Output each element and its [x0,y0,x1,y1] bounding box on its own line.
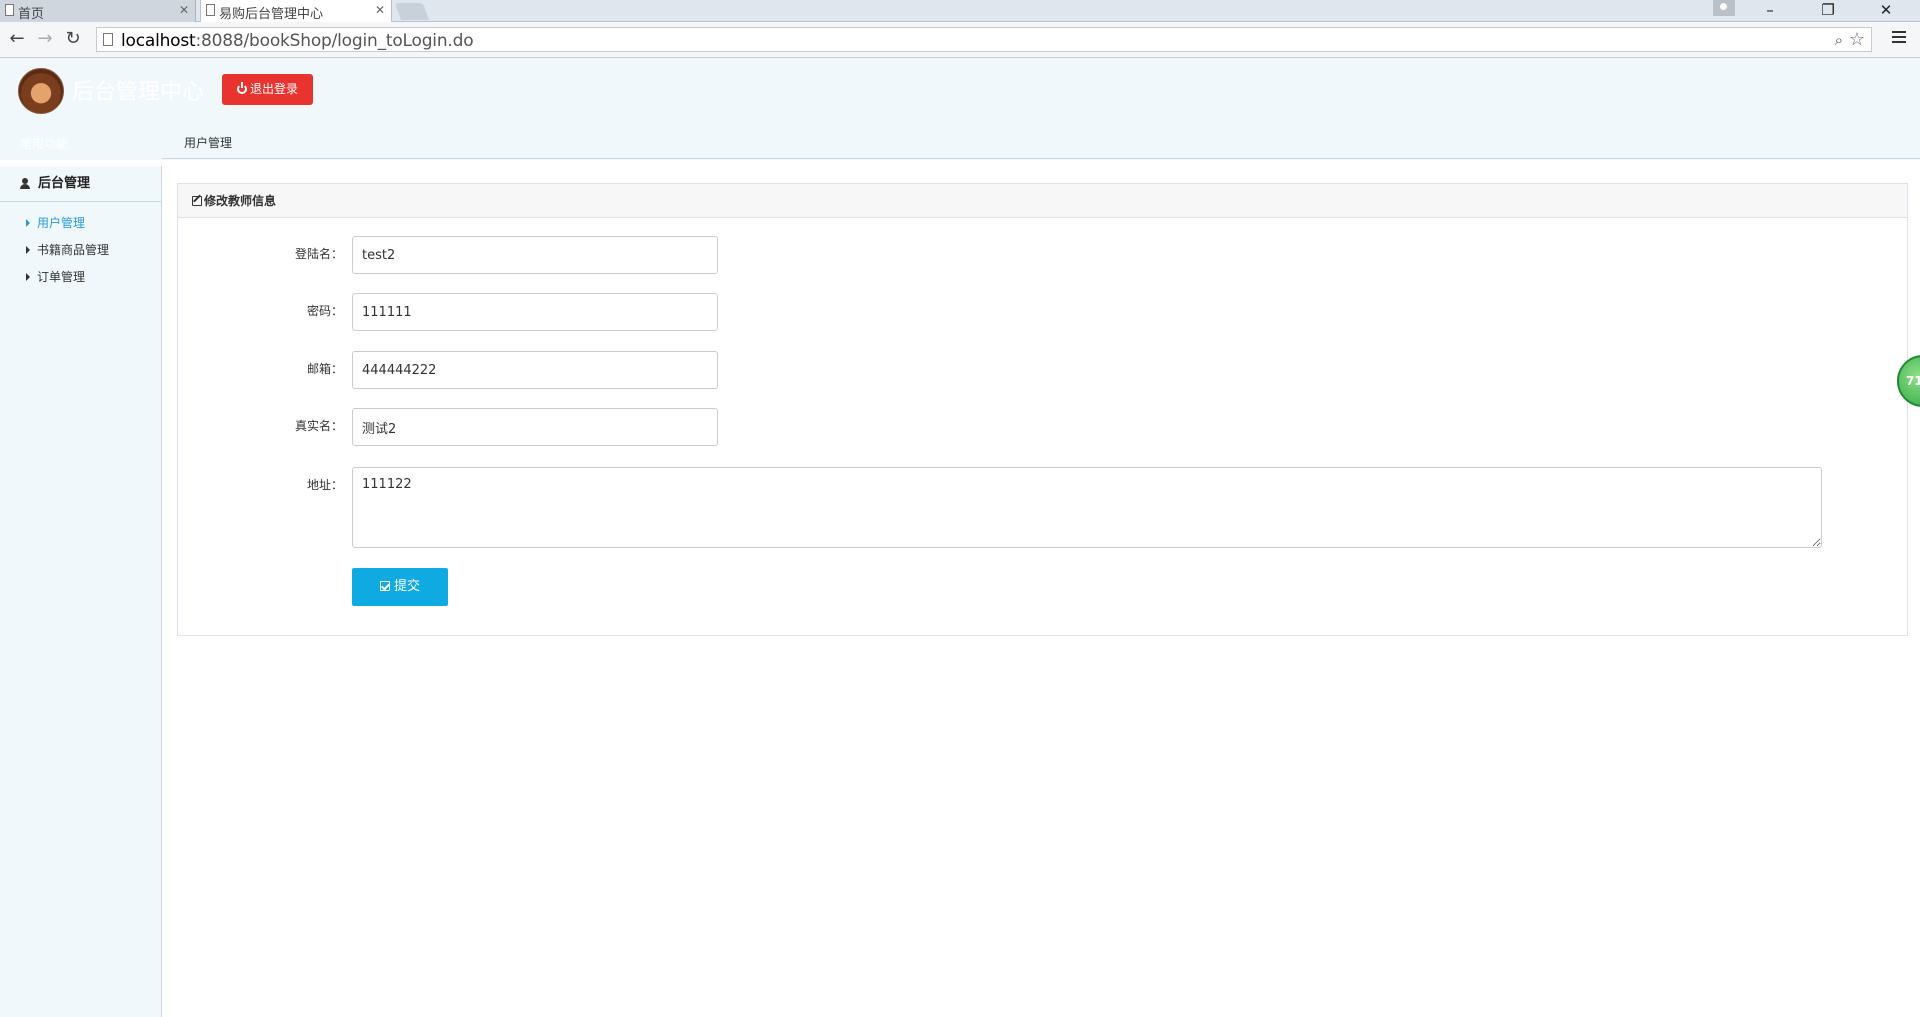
profile-icon[interactable] [1713,0,1735,16]
caret-right-icon [26,246,30,254]
quick-menu-label: 常用功能 [20,137,69,151]
close-tab-icon[interactable]: ✕ [179,3,189,17]
url-path: :8088/bookShop/login_toLogin.do [195,31,474,51]
caret-right-icon [26,273,30,281]
brand-title: 后台管理中心 [72,80,205,105]
sidebar-section-label: 后台管理 [38,176,91,191]
new-tab-button[interactable] [394,3,430,20]
sidebar-item-books[interactable]: 书籍商品管理 [26,241,109,258]
email-label: 邮箱： [306,362,343,376]
sidebar-item-users[interactable]: 用户管理 [26,214,85,231]
address-textarea[interactable]: 111122 [352,467,1822,548]
sidebar-item-label: 订单管理 [37,270,86,284]
close-window-button[interactable]: ✕ [1864,0,1908,22]
check-square-icon [379,581,390,591]
forward-arrow-icon[interactable]: → [34,29,56,49]
logout-label: 退出登录 [249,82,298,96]
minimize-button[interactable]: – [1748,0,1792,22]
user-icon [20,178,30,189]
sidebar-item-orders[interactable]: 订单管理 [26,268,85,285]
submit-label: 提交 [393,579,420,594]
sidebar-item-label: 用户管理 [37,216,86,230]
edit-icon [192,196,202,206]
caret-right-icon [26,219,30,227]
email-input[interactable] [352,351,718,389]
tab-title: 首页 [18,7,45,22]
url-text: localhost:8088/bookShop/login_toLogin.do [121,31,474,51]
back-arrow-icon[interactable]: ← [6,29,28,49]
power-icon [236,82,247,94]
address-label: 地址： [306,478,343,492]
browser-tab-bar: 首页 ✕ 易购后台管理中心 ✕ – ❐ ✕ [0,0,1920,22]
password-input[interactable] [352,293,718,331]
panel-header: 修改教师信息 [178,184,1907,218]
sidebar-item-label: 书籍商品管理 [37,243,110,257]
submit-button[interactable]: 提交 [352,568,448,606]
zoom-icon[interactable]: ⌕ [1835,31,1843,49]
page-icon [206,4,215,16]
browser-tab-admin[interactable]: 易购后台管理中心 ✕ [200,0,392,22]
tab-title: 易购后台管理中心 [219,7,324,22]
password-label: 密码： [306,304,343,318]
sidebar-section-title[interactable]: 后台管理 [0,166,161,202]
divider [162,158,1920,159]
edit-panel: 修改教师信息 登陆名： 密码： 邮箱： 真实名： 地址： 111122 提交 [177,183,1908,636]
address-bar[interactable]: localhost:8088/bookShop/login_toLogin.do… [96,27,1872,52]
browser-toolbar: ← → ↻ localhost:8088/bookShop/login_toLo… [0,22,1920,58]
panel-title: 修改教师信息 [204,194,277,208]
restore-button[interactable]: ❐ [1806,0,1850,22]
browser-menu-icon[interactable] [1892,31,1906,47]
page-icon [103,33,113,46]
avatar [18,68,64,114]
breadcrumb: 用户管理 [184,136,233,150]
sidebar: 后台管理 用户管理 书籍商品管理 订单管理 [0,166,162,1017]
login-name-label: 登陆名： [294,247,343,261]
logout-button[interactable]: 退出登录 [222,74,313,105]
real-name-label: 真实名： [294,419,343,433]
bookmark-star-icon[interactable]: ☆ [1849,29,1865,50]
browser-tab-home[interactable]: 首页 ✕ [0,0,196,22]
close-tab-icon[interactable]: ✕ [375,3,385,17]
page-icon [5,4,14,16]
reload-icon[interactable]: ↻ [62,29,84,49]
real-name-input[interactable] [352,408,718,446]
login-name-input[interactable] [352,236,718,274]
app-header: 后台管理中心 退出登录 常用功能 用户管理 [0,58,1920,160]
url-host: localhost [121,31,196,51]
